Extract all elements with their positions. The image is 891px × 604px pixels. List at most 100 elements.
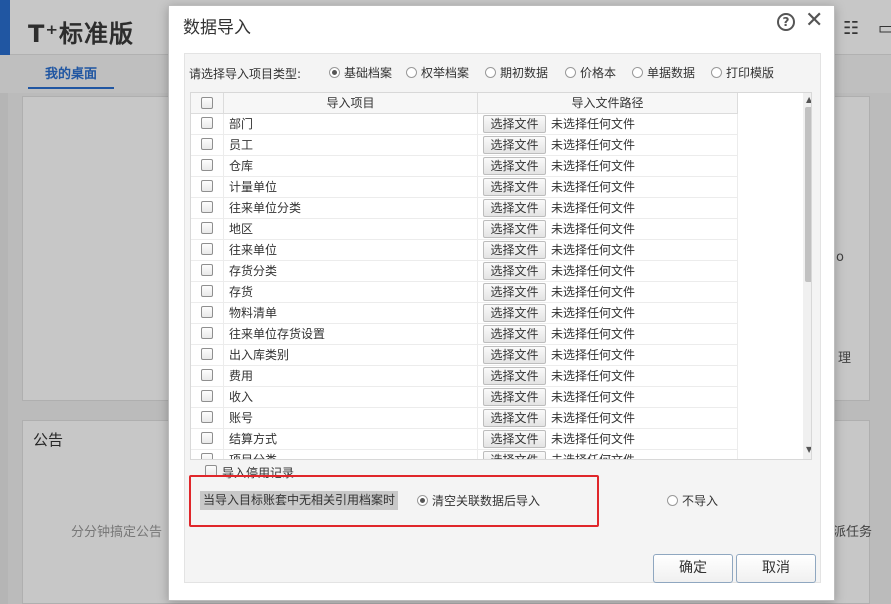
type-option-pricebook[interactable]: 价格本 — [565, 64, 616, 81]
row-file-path-cell: 选择文件 未选择任何文件 — [478, 324, 738, 345]
table-row: 计量单位 选择文件 未选择任何文件 — [191, 177, 738, 198]
policy-option-clear[interactable]: 清空关联数据后导入 — [417, 492, 540, 509]
row-checkbox[interactable] — [201, 222, 213, 234]
choose-file-button[interactable]: 选择文件 — [483, 346, 546, 364]
row-checkbox[interactable] — [201, 348, 213, 360]
type-option-opening[interactable]: 期初数据 — [485, 64, 548, 81]
row-file-path-cell: 选择文件 未选择任何文件 — [478, 387, 738, 408]
select-all-checkbox[interactable] — [201, 97, 213, 109]
file-status: 未选择任何文件 — [551, 327, 636, 341]
file-status: 未选择任何文件 — [551, 411, 636, 425]
row-checkbox-cell — [191, 135, 224, 156]
header-checkbox-cell — [191, 93, 224, 114]
file-status: 未选择任何文件 — [551, 159, 636, 173]
row-checkbox[interactable] — [201, 264, 213, 276]
type-option-documents[interactable]: 单据数据 — [632, 64, 695, 81]
choose-file-button[interactable]: 选择文件 — [483, 115, 546, 133]
row-checkbox-cell — [191, 114, 224, 135]
radio-icon[interactable] — [406, 67, 417, 78]
row-checkbox-cell — [191, 345, 224, 366]
row-item-name: 往来单位存货设置 — [224, 324, 478, 345]
row-checkbox[interactable] — [201, 411, 213, 423]
row-file-path-cell: 选择文件 未选择任何文件 — [478, 156, 738, 177]
row-checkbox-cell — [191, 324, 224, 345]
radio-icon[interactable] — [329, 67, 340, 78]
file-status: 未选择任何文件 — [551, 285, 636, 299]
row-item-name: 结算方式 — [224, 429, 478, 450]
row-checkbox[interactable] — [201, 180, 213, 192]
choose-file-button[interactable]: 选择文件 — [483, 136, 546, 154]
file-status: 未选择任何文件 — [551, 306, 636, 320]
choose-file-button[interactable]: 选择文件 — [483, 157, 546, 175]
row-checkbox[interactable] — [201, 390, 213, 402]
table-row: 往来单位分类 选择文件 未选择任何文件 — [191, 198, 738, 219]
choose-file-button[interactable]: 选择文件 — [483, 283, 546, 301]
choose-file-button[interactable]: 选择文件 — [483, 409, 546, 427]
file-status: 未选择任何文件 — [551, 138, 636, 152]
choose-file-button[interactable]: 选择文件 — [483, 304, 546, 322]
radio-icon[interactable] — [417, 495, 428, 506]
choose-file-button[interactable]: 选择文件 — [483, 178, 546, 196]
row-checkbox[interactable] — [201, 159, 213, 171]
file-status: 未选择任何文件 — [551, 222, 636, 236]
row-checkbox[interactable] — [201, 285, 213, 297]
choose-file-button[interactable]: 选择文件 — [483, 325, 546, 343]
table-row: 地区 选择文件 未选择任何文件 — [191, 219, 738, 240]
type-option-basic[interactable]: 基础档案 — [329, 64, 392, 81]
choose-file-button[interactable]: 选择文件 — [483, 451, 546, 459]
row-checkbox[interactable] — [201, 243, 213, 255]
row-item-name: 物料清单 — [224, 303, 478, 324]
choose-file-button[interactable]: 选择文件 — [483, 367, 546, 385]
ok-button[interactable]: 确定 — [653, 554, 733, 583]
radio-icon[interactable] — [485, 67, 496, 78]
radio-icon[interactable] — [711, 67, 722, 78]
dialog-title: 数据导入 — [183, 18, 251, 38]
scroll-up-icon[interactable]: ▲ — [806, 95, 811, 104]
choose-file-button[interactable]: 选择文件 — [483, 262, 546, 280]
row-checkbox-cell — [191, 282, 224, 303]
row-checkbox[interactable] — [201, 327, 213, 339]
choose-file-button[interactable]: 选择文件 — [483, 241, 546, 259]
row-file-path-cell: 选择文件 未选择任何文件 — [478, 219, 738, 240]
import-type-label: 请选择导入项目类型: — [189, 67, 302, 81]
scroll-down-icon[interactable]: ▼ — [806, 445, 811, 454]
row-item-name: 项目分类 — [224, 450, 478, 459]
help-icon[interactable]: ? — [777, 13, 795, 31]
radio-icon[interactable] — [632, 67, 643, 78]
close-icon[interactable]: ✕ — [805, 8, 823, 33]
row-checkbox[interactable] — [201, 117, 213, 129]
choose-file-button[interactable]: 选择文件 — [483, 199, 546, 217]
cancel-button[interactable]: 取消 — [736, 554, 816, 583]
row-item-name: 账号 — [224, 408, 478, 429]
scroll-thumb[interactable] — [805, 107, 811, 282]
choose-file-button[interactable]: 选择文件 — [483, 388, 546, 406]
radio-icon[interactable] — [667, 495, 678, 506]
row-checkbox[interactable] — [201, 306, 213, 318]
row-item-name: 存货分类 — [224, 261, 478, 282]
type-option-print-template[interactable]: 打印模版 — [711, 64, 774, 81]
grid-header: 导入项目 导入文件路径 — [191, 93, 738, 114]
choose-file-button[interactable]: 选择文件 — [483, 430, 546, 448]
row-item-name: 仓库 — [224, 156, 478, 177]
row-checkbox-cell — [191, 177, 224, 198]
radio-icon[interactable] — [565, 67, 576, 78]
column-header-path: 导入文件路径 — [478, 93, 738, 114]
policy-option-skip[interactable]: 不导入 — [667, 492, 718, 509]
row-checkbox[interactable] — [201, 432, 213, 444]
choose-file-button[interactable]: 选择文件 — [483, 220, 546, 238]
row-checkbox-cell — [191, 219, 224, 240]
table-row: 部门 选择文件 未选择任何文件 — [191, 114, 738, 135]
row-checkbox[interactable] — [201, 369, 213, 381]
row-checkbox[interactable] — [201, 201, 213, 213]
table-row: 仓库 选择文件 未选择任何文件 — [191, 156, 738, 177]
table-row: 费用 选择文件 未选择任何文件 — [191, 366, 738, 387]
type-option-enum[interactable]: 权举档案 — [406, 64, 469, 81]
row-checkbox[interactable] — [201, 453, 213, 459]
row-item-name: 费用 — [224, 366, 478, 387]
row-checkbox[interactable] — [201, 138, 213, 150]
grid-scrollbar[interactable]: ▲ ▼ — [803, 93, 811, 459]
row-item-name: 往来单位 — [224, 240, 478, 261]
table-row: 项目分类 选择文件 未选择任何文件 — [191, 450, 738, 459]
row-item-name: 存货 — [224, 282, 478, 303]
row-file-path-cell: 选择文件 未选择任何文件 — [478, 429, 738, 450]
